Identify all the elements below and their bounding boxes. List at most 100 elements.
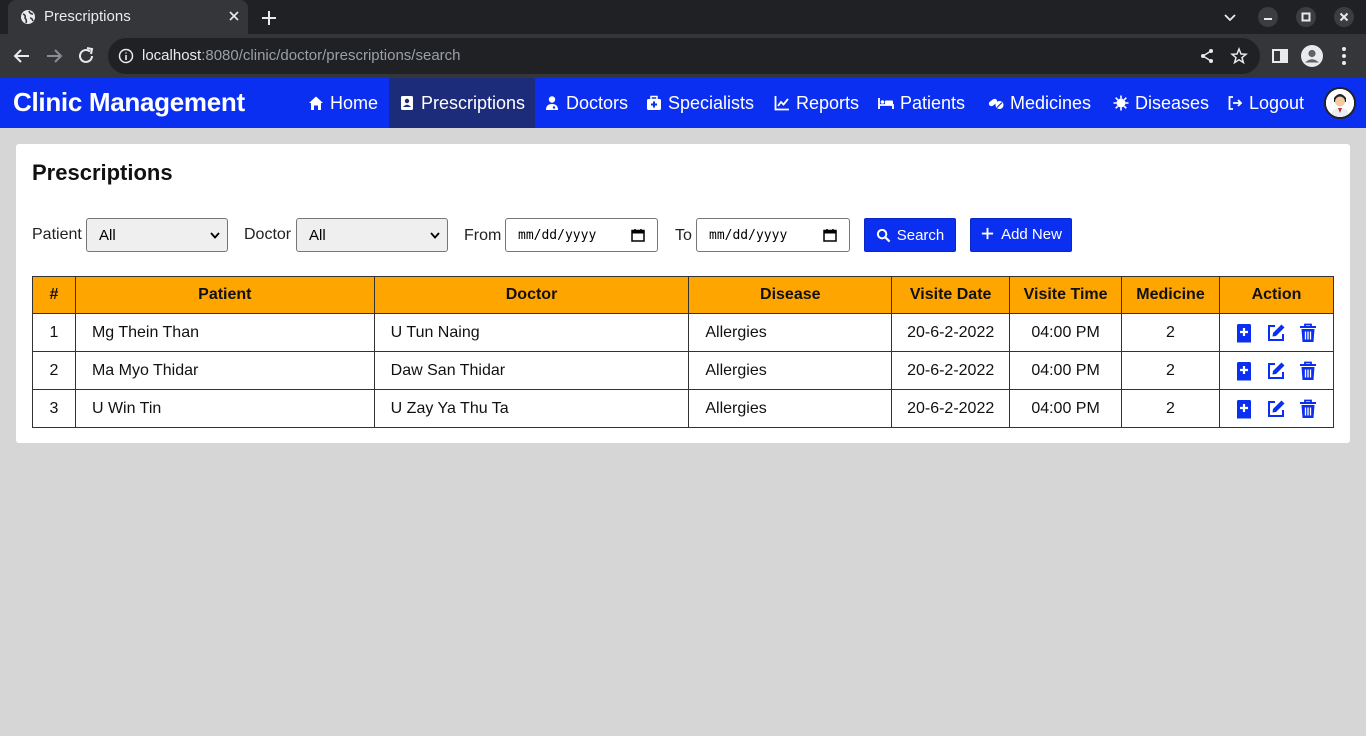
cell-medicine: 2: [1121, 389, 1220, 428]
nav-label: Specialists: [668, 92, 755, 113]
user-avatar[interactable]: [1324, 87, 1356, 119]
trash-icon[interactable]: [1298, 399, 1318, 419]
nav-prescriptions[interactable]: Prescriptions: [389, 78, 536, 128]
prescriptions-table: # Patient Doctor Disease Visite Date Vis…: [32, 276, 1335, 428]
patient-select-value: All: [99, 226, 116, 244]
calendar-icon[interactable]: [631, 228, 645, 242]
nav-diseases[interactable]: Diseases: [1103, 78, 1219, 128]
column-header-action: Action: [1218, 276, 1335, 314]
column-header-medicine[interactable]: Medicine: [1121, 276, 1220, 314]
maximize-icon[interactable]: [1296, 7, 1316, 27]
patient-filter-label: Patient: [32, 226, 82, 243]
cell-patient: U Win Tin: [74, 389, 375, 428]
globe-icon: [21, 10, 35, 24]
side-panel-icon[interactable]: [1268, 44, 1292, 68]
table-row[interactable]: 1 Mg Thein Than U Tun Naing Allergies 20…: [32, 313, 1335, 352]
cell-patient: Mg Thein Than: [74, 313, 375, 352]
info-icon[interactable]: [118, 48, 134, 64]
nav-label: Doctors: [566, 92, 629, 113]
medkit-icon: [647, 95, 661, 110]
nav-label: Patients: [900, 92, 966, 113]
from-date-value: mm/dd/yyyy: [518, 227, 597, 243]
cell-disease: Allergies: [688, 389, 893, 428]
cell-visit-time: 04:00 PM: [1009, 313, 1123, 352]
menu-dots-icon[interactable]: [1332, 44, 1356, 68]
browser-tab[interactable]: Prescriptions: [8, 0, 248, 34]
table-row[interactable]: 2 Ma Myo Thidar Daw San Thidar Allergies…: [32, 351, 1335, 390]
nav-logout[interactable]: Logout: [1217, 78, 1314, 128]
nav-doctors[interactable]: Doctors: [534, 78, 638, 128]
table-row[interactable]: 3 U Win Tin U Zay Ya Thu Ta Allergies 20…: [32, 389, 1335, 428]
star-icon[interactable]: [1230, 47, 1248, 65]
cell-actions: [1218, 351, 1335, 390]
to-date-input[interactable]: mm/dd/yyyy: [696, 218, 850, 252]
new-tab-icon[interactable]: [258, 7, 280, 29]
pills-icon: [988, 98, 1004, 109]
nav-patients[interactable]: Patients: [868, 78, 975, 128]
close-icon[interactable]: [226, 8, 242, 24]
nav-home[interactable]: Home: [298, 78, 388, 128]
doctor-filter-label: Doctor: [244, 226, 292, 243]
app-navbar: Clinic Management Home Prescriptions Doc…: [0, 78, 1366, 128]
forward-icon[interactable]: [42, 44, 66, 68]
doctor-avatar-icon: [1326, 89, 1354, 117]
patient-select[interactable]: All: [86, 218, 228, 252]
cell-medicine: 2: [1121, 351, 1220, 390]
cell-medicine: 2: [1121, 313, 1220, 352]
column-header-visit-time[interactable]: Visite Time: [1009, 276, 1123, 314]
share-icon[interactable]: [1198, 47, 1216, 65]
window-close-icon[interactable]: [1334, 7, 1354, 27]
cell-visit-date: 20-6-2-2022: [891, 313, 1011, 352]
trash-icon[interactable]: [1298, 361, 1318, 381]
chevron-down-icon[interactable]: [1220, 7, 1240, 27]
from-date-label: From: [464, 227, 502, 244]
add-medical-record-icon[interactable]: [1234, 361, 1254, 381]
back-icon[interactable]: [10, 44, 34, 68]
nav-label: Home: [330, 92, 379, 113]
cell-visit-time: 04:00 PM: [1009, 351, 1123, 390]
from-date-input[interactable]: mm/dd/yyyy: [505, 218, 658, 252]
brand-title[interactable]: Clinic Management: [13, 87, 245, 118]
page-title: Prescriptions: [32, 160, 173, 185]
edit-icon[interactable]: [1266, 361, 1286, 381]
column-header-doctor[interactable]: Doctor: [373, 276, 690, 314]
column-header-visit-date[interactable]: Visite Date: [891, 276, 1011, 314]
edit-icon[interactable]: [1266, 323, 1286, 343]
add-medical-record-icon[interactable]: [1234, 323, 1254, 343]
column-header-number[interactable]: #: [32, 276, 76, 314]
profile-icon[interactable]: [1300, 44, 1324, 68]
column-header-disease[interactable]: Disease: [688, 276, 893, 314]
cell-visit-time: 04:00 PM: [1009, 389, 1123, 428]
search-button[interactable]: Search: [864, 218, 956, 252]
column-header-patient[interactable]: Patient: [74, 276, 375, 314]
add-new-button-label: Add New: [1001, 226, 1062, 243]
cell-doctor: Daw San Thidar: [373, 351, 690, 390]
calendar-icon[interactable]: [823, 228, 837, 242]
chevron-down-icon: [430, 232, 440, 239]
doctor-select-value: All: [309, 226, 326, 244]
prescriptions-card: Prescriptions Patient All Doctor All Fro…: [16, 144, 1350, 443]
url-text: localhost:8080/clinic/doctor/prescriptio…: [142, 47, 461, 64]
nav-medicines[interactable]: Medicines: [978, 78, 1101, 128]
trash-icon[interactable]: [1298, 323, 1318, 343]
nav-reports[interactable]: Reports: [764, 78, 869, 128]
cell-number: 3: [32, 389, 76, 428]
to-date-label: To: [675, 227, 692, 244]
minimize-icon[interactable]: [1258, 7, 1278, 27]
add-new-button[interactable]: Add New: [970, 218, 1072, 252]
cell-number: 1: [32, 313, 76, 352]
cell-disease: Allergies: [688, 351, 893, 390]
doctor-select[interactable]: All: [296, 218, 448, 252]
reload-icon[interactable]: [74, 44, 98, 68]
tab-title: Prescriptions: [44, 8, 131, 25]
nav-specialists[interactable]: Specialists: [636, 78, 764, 128]
cell-disease: Allergies: [688, 313, 893, 352]
address-bar[interactable]: localhost:8080/clinic/doctor/prescriptio…: [108, 38, 1260, 74]
cell-number: 2: [32, 351, 76, 390]
search-icon: [876, 228, 891, 242]
nav-label: Prescriptions: [421, 92, 526, 113]
cell-doctor: U Zay Ya Thu Ta: [373, 389, 690, 428]
edit-icon[interactable]: [1266, 399, 1286, 419]
add-medical-record-icon[interactable]: [1234, 399, 1254, 419]
browser-toolbar: localhost:8080/clinic/doctor/prescriptio…: [0, 34, 1366, 78]
